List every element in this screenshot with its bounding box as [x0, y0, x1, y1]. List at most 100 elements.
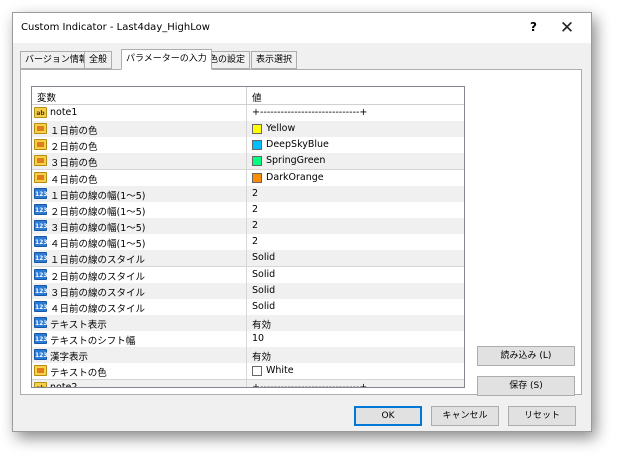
color-type-icon	[34, 171, 47, 183]
integer-type-icon: 123	[34, 236, 48, 248]
row-separator	[246, 169, 247, 186]
cancel-button[interactable]: キャンセル	[431, 406, 499, 426]
row-separator	[246, 234, 247, 251]
color-type-icon	[34, 139, 47, 151]
ok-button[interactable]: OK	[354, 406, 422, 426]
parameter-row[interactable]: 123 ４日前の線のスタイル Solid	[32, 298, 464, 316]
parameter-value[interactable]: DeepSkyBlue	[266, 139, 329, 150]
parameter-name: テキストのシフト幅	[50, 336, 136, 348]
parameter-value[interactable]: 10	[252, 333, 264, 344]
parameter-row[interactable]: 123 ４日前の線の幅(1〜5) 2	[32, 234, 464, 252]
row-separator	[246, 201, 247, 218]
parameter-name: ４日前の線の幅(1〜5)	[50, 239, 146, 251]
parameter-value[interactable]: DarkOrange	[266, 172, 324, 183]
row-separator	[246, 137, 247, 154]
parameter-name: テキスト表示	[50, 319, 107, 331]
parameter-value[interactable]: 2	[252, 220, 258, 231]
parameter-name: １日前の色	[50, 126, 98, 138]
parameter-name: ３日前の線のスタイル	[50, 287, 146, 299]
help-button[interactable]: ?	[530, 20, 537, 34]
string-type-icon: ab	[34, 381, 47, 387]
parameter-value[interactable]: Yellow	[266, 123, 295, 134]
integer-type-icon: 123	[34, 268, 48, 280]
parameter-row[interactable]: 123 ２日前の線の幅(1〜5) 2	[32, 201, 464, 219]
column-header-variable[interactable]: 変数	[37, 90, 56, 104]
color-swatch[interactable]	[252, 156, 262, 167]
parameter-value[interactable]: Solid	[252, 252, 275, 263]
integer-type-icon: 123	[34, 203, 48, 215]
parameter-row[interactable]: ab note1 +-----------------------------+	[32, 105, 464, 122]
parameter-row[interactable]: 123 １日前の線のスタイル Solid	[32, 250, 464, 268]
tab-general[interactable]: 全般	[84, 51, 113, 69]
parameter-row[interactable]: 123 テキスト表示 有効	[32, 314, 464, 332]
integer-type-icon: 123	[34, 252, 48, 264]
parameter-value[interactable]: Solid	[252, 269, 275, 280]
tab-version-info[interactable]: バージョン情報	[20, 51, 93, 69]
parameter-value[interactable]: White	[266, 365, 294, 376]
title-bar[interactable]: Custom Indicator - Last4day_HighLow ? ✕	[13, 13, 591, 43]
parameter-name: ２日前の線のスタイル	[50, 271, 146, 283]
parameter-value[interactable]: +-----------------------------+	[252, 107, 367, 118]
parameter-name: ４日前の線のスタイル	[50, 303, 146, 315]
parameter-name: ３日前の色	[50, 158, 98, 170]
row-separator	[246, 266, 247, 283]
row-separator	[246, 282, 247, 299]
integer-type-icon: 123	[34, 300, 48, 312]
integer-type-icon: 123	[34, 333, 48, 345]
window-title: Custom Indicator - Last4day_HighLow	[21, 22, 210, 33]
parameter-value[interactable]: +-----------------------------+	[252, 382, 367, 388]
parameter-value[interactable]: Solid	[252, 301, 275, 312]
parameter-name: １日前の線の幅(1〜5)	[50, 190, 146, 202]
integer-type-icon: 123	[34, 316, 48, 328]
parameter-row[interactable]: ４日前の色 DarkOrange	[32, 169, 464, 187]
row-separator	[246, 153, 247, 170]
parameter-value[interactable]: 2	[252, 236, 258, 247]
parameter-row[interactable]: 123 １日前の線の幅(1〜5) 2	[32, 185, 464, 203]
row-separator	[246, 298, 247, 315]
parameter-row[interactable]: 123 ３日前の線の幅(1〜5) 2	[32, 218, 464, 235]
parameter-value[interactable]: Solid	[252, 285, 275, 296]
column-header-value[interactable]: 値	[252, 90, 262, 104]
color-swatch[interactable]	[252, 140, 262, 151]
parameter-row[interactable]: 123 ２日前の線のスタイル Solid	[32, 266, 464, 284]
parameter-value[interactable]: 2	[252, 204, 258, 215]
reset-button[interactable]: リセット	[508, 406, 576, 426]
load-button[interactable]: 読み込み (L)	[477, 346, 575, 366]
close-button[interactable]: ✕	[549, 15, 585, 41]
parameter-name: ２日前の色	[50, 142, 98, 154]
row-separator	[246, 347, 247, 364]
parameter-row[interactable]: ２日前の色 DeepSkyBlue	[32, 137, 464, 155]
row-separator	[246, 314, 247, 331]
parameter-name: １日前の線のスタイル	[50, 255, 146, 267]
custom-indicator-dialog: Custom Indicator - Last4day_HighLow ? ✕ …	[12, 12, 592, 432]
integer-type-icon: 123	[34, 349, 48, 361]
parameter-name: ４日前の色	[50, 174, 98, 186]
parameter-row[interactable]: ３日前の色 SpringGreen	[32, 153, 464, 171]
parameter-row[interactable]: 123 テキストのシフト幅 10	[32, 331, 464, 349]
color-type-icon	[34, 123, 47, 135]
color-type-icon	[34, 365, 47, 377]
parameter-value[interactable]: SpringGreen	[266, 155, 325, 166]
row-separator	[246, 218, 247, 234]
parameter-row[interactable]: テキストの色 White	[32, 363, 464, 381]
tab-parameters[interactable]: パラメーターの入力	[121, 49, 212, 70]
color-swatch[interactable]	[252, 124, 262, 135]
parameter-value[interactable]: 有効	[252, 349, 271, 363]
tab-visualization[interactable]: 表示選択	[251, 51, 298, 69]
column-separator[interactable]	[246, 87, 247, 104]
parameter-row[interactable]: 123 漢字表示 有効	[32, 347, 464, 365]
string-type-icon: ab	[34, 107, 47, 118]
row-separator	[246, 250, 247, 267]
color-swatch[interactable]	[252, 172, 262, 183]
parameters-grid: 変数 値 ab note1 +---------------------------…	[31, 86, 465, 388]
save-button[interactable]: 保存 (S)	[477, 376, 575, 396]
parameter-value[interactable]: 2	[252, 188, 258, 199]
row-separator	[246, 363, 247, 380]
parameter-row[interactable]: ab note2 +-----------------------------+	[32, 379, 464, 388]
parameter-value[interactable]: 有効	[252, 317, 271, 331]
integer-type-icon: 123	[34, 220, 48, 231]
parameter-row[interactable]: １日前の色 Yellow	[32, 121, 464, 139]
parameter-row[interactable]: 123 ３日前の線のスタイル Solid	[32, 282, 464, 300]
row-separator	[246, 379, 247, 387]
color-swatch[interactable]	[252, 366, 262, 377]
